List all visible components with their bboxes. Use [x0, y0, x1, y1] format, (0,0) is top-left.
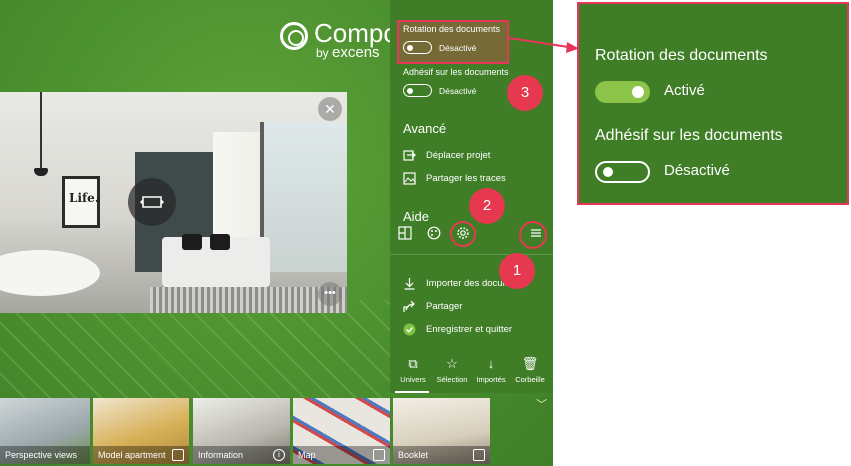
menu-item-move-project[interactable]: Déplacer projet [403, 149, 490, 162]
callout-rotation-state: Activé [664, 82, 705, 99]
room-poster: Life. [62, 176, 100, 228]
tab-importes[interactable]: ↓ Importés [471, 356, 511, 384]
tab-univers[interactable]: ⧉ Univers [393, 356, 433, 384]
highlight-ring-menu [519, 221, 547, 249]
star-list-icon: ☆ [446, 356, 458, 371]
thumbnail-map[interactable]: Map [293, 398, 390, 464]
active-tab-indicator [395, 391, 429, 393]
menu-item-save-quit[interactable]: Enregistrer et quitter [403, 323, 512, 336]
download-icon [404, 278, 415, 290]
palette-icon[interactable] [427, 226, 441, 240]
tab-label: Importés [476, 375, 506, 384]
thumbnail-information[interactable]: Information i [193, 398, 290, 464]
logo-by: by [316, 46, 329, 60]
download-icon: ↓ [487, 356, 495, 371]
move-project-icon [403, 150, 416, 161]
layers-icon: ⧉ [408, 356, 418, 371]
map-icon [373, 449, 385, 461]
chevron-down-icon[interactable]: ﹀ [536, 396, 547, 412]
callout-adhesif-toggle[interactable] [595, 161, 650, 183]
booklet-icon [473, 449, 485, 461]
share-icon [403, 300, 415, 312]
room-pillow [210, 234, 230, 250]
adhesif-label: Adhésif sur les documents [403, 67, 509, 77]
highlight-ring-settings [450, 221, 476, 247]
thumbnail-label: Information [198, 450, 244, 460]
logo-brand: excens [332, 44, 380, 61]
room-window [260, 122, 347, 272]
callout-rotation-label: Rotation des documents [595, 47, 768, 64]
rotation-label: Rotation des documents [403, 24, 501, 34]
tab-corbeille[interactable]: 🗑 Corbeille [510, 356, 550, 384]
panorama-button[interactable] [128, 178, 176, 226]
tab-selection[interactable]: ☆ Sélection [432, 356, 472, 384]
background-pattern [0, 300, 390, 400]
callout-rotation-toggle[interactable] [595, 81, 650, 103]
thumbnail-perspective-views[interactable]: Perspective views [0, 398, 90, 464]
room-lamp [34, 92, 48, 176]
menu-item-label: Partager les traces [426, 173, 506, 184]
menu-item-label: Enregistrer et quitter [426, 324, 513, 335]
room-table [0, 250, 100, 296]
room-pillow [182, 234, 202, 250]
zoom-callout: Rotation des documents Activé Adhésif su… [577, 2, 849, 205]
info-icon: i [273, 449, 285, 461]
thumbnail-label: Map [298, 450, 316, 460]
layout-icon[interactable] [398, 226, 412, 240]
menu-item-share[interactable]: Partager [403, 300, 462, 313]
tab-label: Sélection [436, 375, 468, 384]
close-icon[interactable]: ✕ [318, 97, 342, 121]
section-help: Aide [403, 209, 430, 224]
logo-mark-icon [280, 22, 308, 50]
tab-label: Corbeille [515, 375, 545, 384]
check-circle-icon [403, 323, 416, 336]
adhesif-toggle[interactable] [403, 84, 432, 97]
thumbnail-label: Perspective views [0, 446, 90, 464]
thumbnail-model-apartment[interactable]: Model apartment [93, 398, 189, 464]
trash-icon: 🗑 [521, 356, 539, 371]
panorama-icon [140, 196, 164, 208]
divider [390, 254, 553, 255]
sofa-icon [172, 449, 184, 461]
thumbnail-label: Model apartment [98, 450, 166, 460]
menu-item-label: Déplacer projet [426, 150, 491, 161]
thumbnail-label: Booklet [398, 450, 429, 460]
callout-adhesif-state: Désactivé [664, 162, 730, 179]
menu-item-share-traces[interactable]: Partager les traces [403, 172, 506, 185]
more-icon[interactable]: ••• [318, 282, 342, 306]
rotation-state: Désactivé [439, 43, 477, 53]
rotation-toggle[interactable] [403, 41, 432, 54]
callout-adhesif-label: Adhésif sur les documents [595, 127, 783, 144]
step-marker-3: 3 [507, 75, 543, 111]
menu-item-label: Partager [426, 301, 463, 312]
image-share-icon [403, 172, 416, 185]
step-marker-1: 1 [499, 253, 535, 289]
step-marker-2: 2 [469, 188, 505, 224]
thumbnail-strip: Perspective views Model apartment Inform… [0, 398, 553, 464]
bottom-tab-bar: ⧉ Univers ☆ Sélection ↓ Importés 🗑 Corbeille [390, 356, 553, 393]
adhesif-state: Désactivé [439, 86, 477, 96]
tab-label: Univers [400, 375, 426, 384]
thumbnail-booklet[interactable]: Booklet [393, 398, 490, 464]
section-advanced: Avancé [403, 121, 447, 136]
